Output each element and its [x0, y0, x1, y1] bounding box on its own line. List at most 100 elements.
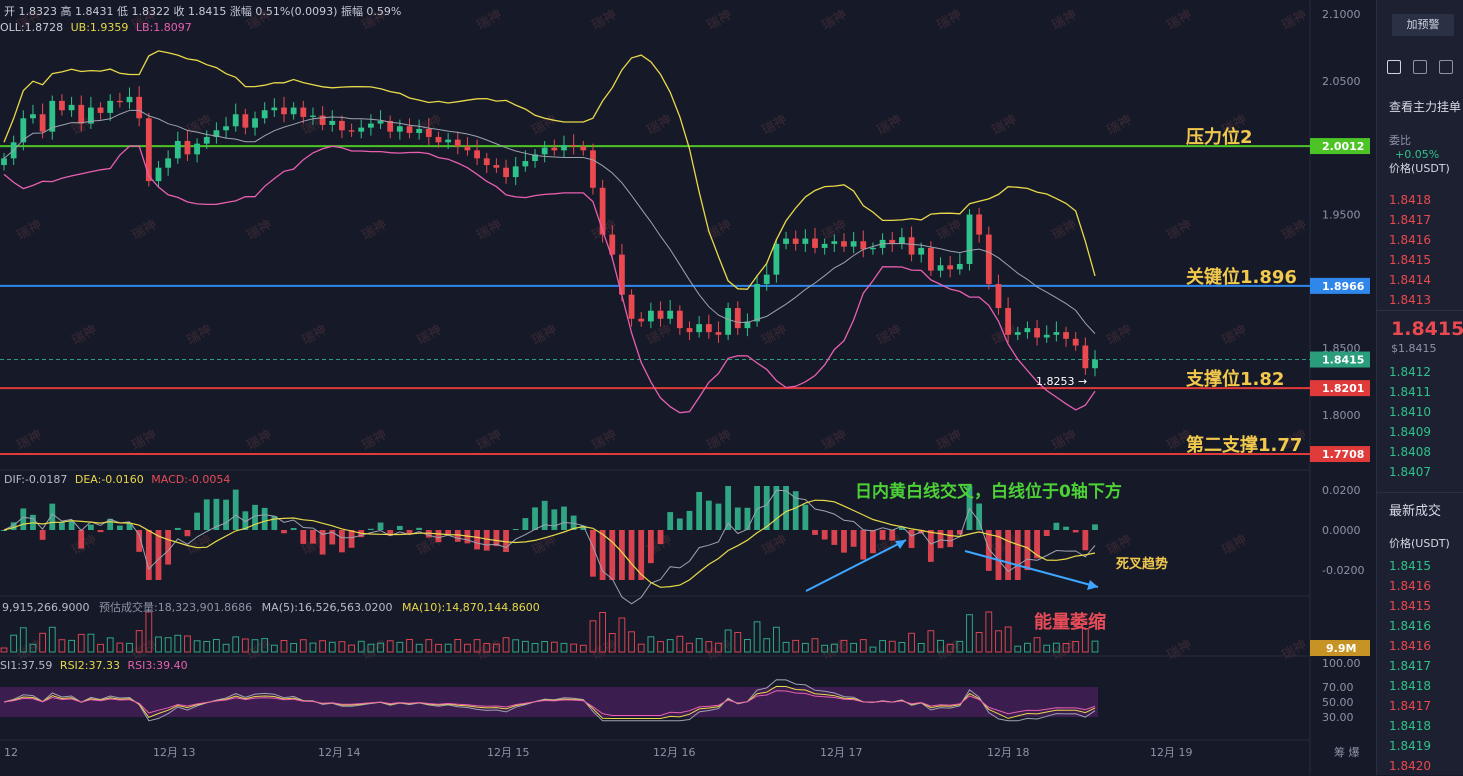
- candle-body: [667, 310, 674, 319]
- candle-body: [870, 247, 876, 250]
- price-row[interactable]: 1.8418: [1389, 676, 1431, 696]
- orderbook-bids-icon[interactable]: [1413, 60, 1427, 74]
- volume-bar: [464, 643, 471, 653]
- candle-body: [165, 158, 172, 168]
- macd-bar: [184, 530, 191, 537]
- candle-body: [773, 243, 780, 275]
- macd-bar: [165, 530, 172, 565]
- kline-chart[interactable]: 瑞神 瑞神 瑞神 瑞神 瑞神 瑞神 瑞神 瑞神 瑞神 瑞神 瑞神 瑞神瑞神 瑞神 瑞神 瑞神 瑞神 瑞神 瑞神 瑞神…: [0, 0, 1376, 775]
- rsi-tick: 100.00: [1322, 657, 1361, 670]
- right-panel: 加预警 查看主力挂单 委比 +0.05% 价格(USDT) 1.8418 1.84…: [1376, 0, 1463, 775]
- macd-bar: [145, 530, 152, 580]
- trades-header: 价格(USDT): [1389, 537, 1450, 550]
- price-row[interactable]: 1.8416: [1389, 576, 1431, 596]
- candle-body: [116, 100, 123, 103]
- candle-body: [281, 107, 287, 115]
- price-row[interactable]: 1.8407: [1389, 462, 1431, 482]
- watermark-text: 瑞神: [590, 7, 620, 33]
- watermark-text: 瑞神: [935, 427, 965, 453]
- macd-bar: [232, 489, 239, 530]
- price-row[interactable]: 1.8411: [1389, 382, 1431, 402]
- macd-bar: [223, 499, 229, 530]
- price-row[interactable]: 1.8409: [1389, 422, 1431, 442]
- candle-body: [445, 139, 452, 143]
- candle-body: [1034, 328, 1040, 338]
- volume-bar: [763, 638, 771, 653]
- price-row[interactable]: 1.8420: [1389, 756, 1431, 776]
- macd-bar: [194, 512, 200, 530]
- volume-bar: [579, 644, 587, 653]
- price-row[interactable]: 1.8416: [1389, 230, 1431, 250]
- watermark-text: 瑞神: [760, 112, 790, 138]
- ask-list: 1.8418 1.8417 1.8416 1.8415 1.8414 1.8413: [1389, 190, 1431, 310]
- price-row[interactable]: 1.8417: [1389, 696, 1431, 716]
- time-tick: 12月 18: [987, 746, 1030, 759]
- volume-bar: [232, 636, 240, 653]
- volume-bar: [435, 643, 442, 653]
- volume-bar: [280, 640, 288, 653]
- watermark-text: 瑞神: [590, 427, 620, 453]
- macd-bar: [1043, 530, 1050, 537]
- candle-body: [78, 104, 85, 124]
- volume-bar: [328, 641, 336, 653]
- price-row[interactable]: 1.8408: [1389, 442, 1431, 462]
- volume-bar: [541, 641, 549, 653]
- candle-body: [59, 100, 65, 111]
- candle-body: [126, 96, 133, 103]
- price-row[interactable]: 1.8412: [1389, 362, 1431, 382]
- candle-body: [705, 324, 712, 333]
- volume-bar: [637, 643, 645, 653]
- candle-body: [454, 139, 461, 147]
- volume-bar: [87, 633, 95, 653]
- price-row[interactable]: 1.8417: [1389, 210, 1431, 230]
- price-row[interactable]: 1.8416: [1389, 636, 1431, 656]
- watermark-text: 瑞神: [1050, 427, 1080, 453]
- watermark-text: 瑞神: [1050, 217, 1080, 243]
- watermark-text: 瑞神: [645, 322, 675, 348]
- volume-bar: [1004, 626, 1012, 653]
- orderbook-asks-icon[interactable]: [1439, 60, 1453, 74]
- volume-bar: [618, 617, 626, 653]
- macd-bar: [522, 518, 529, 530]
- price-row[interactable]: 1.8415: [1389, 596, 1431, 616]
- price-tick: 1.8000: [1322, 409, 1361, 422]
- macd-bar: [435, 530, 442, 543]
- price-tag-label: 2.0012: [1322, 140, 1364, 153]
- watermark-text: 瑞神: [875, 112, 905, 138]
- price-row[interactable]: 1.8417: [1389, 656, 1431, 676]
- price-row[interactable]: 1.8414: [1389, 270, 1431, 290]
- price-row[interactable]: 1.8415: [1389, 250, 1431, 270]
- support-level-label: 支撑位1.82: [1185, 368, 1284, 390]
- watermark-text: 瑞神: [645, 112, 675, 138]
- macd-tick: -0.0200: [1322, 564, 1364, 577]
- trades-title[interactable]: 最新成交: [1389, 500, 1441, 519]
- time-tick: 12月 19: [1150, 746, 1193, 759]
- price-row[interactable]: 1.8416: [1389, 616, 1431, 636]
- volume-bar: [48, 626, 56, 653]
- volume-bar: [164, 637, 172, 653]
- price-row[interactable]: 1.8418: [1389, 190, 1431, 210]
- price-row[interactable]: 1.8419: [1389, 736, 1431, 756]
- orderbook-both-icon[interactable]: [1387, 60, 1401, 74]
- alert-button[interactable]: 加预警: [1392, 14, 1454, 36]
- watermark-text: 瑞神: [185, 322, 215, 348]
- volume-bar: [299, 639, 307, 653]
- time-tick: 12月 14: [318, 746, 361, 759]
- price-row[interactable]: 1.8410: [1389, 402, 1431, 422]
- volume-bar: [966, 614, 973, 653]
- macd-bar: [483, 530, 490, 551]
- orderbook-title[interactable]: 查看主力挂单: [1389, 98, 1461, 115]
- price-row[interactable]: 1.8413: [1389, 290, 1431, 310]
- candle-body: [676, 310, 683, 329]
- volume-bar: [521, 640, 529, 653]
- candle-body: [783, 238, 789, 244]
- candle-body: [329, 120, 336, 125]
- macd-bar: [39, 530, 46, 540]
- volume-bar: [174, 634, 182, 653]
- price-row[interactable]: 1.8418: [1389, 716, 1431, 736]
- watermark-text: 瑞神: [15, 217, 45, 243]
- price-row[interactable]: 1.8415: [1389, 556, 1431, 576]
- candle-body: [136, 96, 143, 119]
- macd-bar: [734, 507, 741, 530]
- candle-body: [396, 126, 403, 132]
